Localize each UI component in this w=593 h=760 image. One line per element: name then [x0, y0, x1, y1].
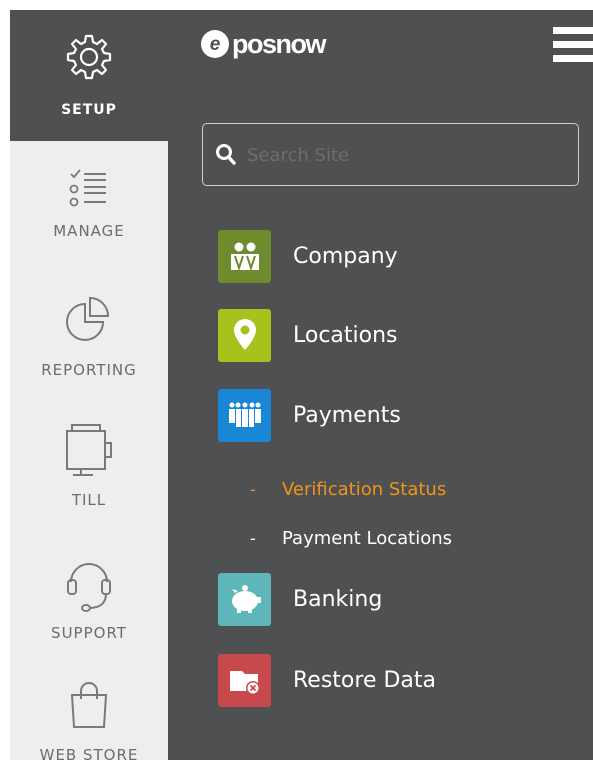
app-frame: SETUP MANAGE REPORTING TILL SUPPORT WEB …: [10, 10, 593, 760]
menu-item-company[interactable]: Company: [218, 228, 578, 284]
sidebar-item-label: MANAGE: [53, 222, 125, 240]
crowd-icon: [218, 388, 271, 442]
search-input[interactable]: [247, 138, 567, 172]
sidebar-item-label: REPORTING: [41, 361, 137, 379]
sidebar-nav: SETUP MANAGE REPORTING TILL SUPPORT WEB …: [10, 10, 168, 760]
logo-mark-icon: e: [201, 30, 229, 58]
submenu-dash: -: [250, 528, 256, 548]
sidebar-item-support[interactable]: SUPPORT: [10, 534, 168, 665]
sidebar-item-label: WEB STORE: [39, 746, 139, 760]
till-icon: [10, 419, 168, 479]
sidebar-item-label: SUPPORT: [51, 624, 127, 642]
sidebar-item-setup[interactable]: SETUP: [10, 10, 168, 141]
shopping-bag-icon: [10, 675, 168, 731]
sidebar-item-web-store[interactable]: WEB STORE: [10, 665, 168, 760]
logo-text: posnow: [232, 28, 327, 59]
search-box: [202, 123, 579, 186]
menu-item-locations[interactable]: Locations: [218, 307, 578, 363]
search-icon: [215, 143, 237, 171]
sidebar-item-reporting[interactable]: REPORTING: [10, 272, 168, 403]
submenu-item-payment-locations[interactable]: - Payment Locations: [250, 524, 452, 552]
submenu-dash: -: [250, 479, 256, 499]
sidebar-item-label: SETUP: [61, 102, 117, 118]
sidebar-item-label: TILL: [71, 491, 107, 509]
submenu-item-label: Verification Status: [282, 478, 447, 500]
checklist-icon: [10, 166, 168, 212]
menu-item-banking[interactable]: Banking: [218, 571, 578, 627]
map-pin-icon: [218, 308, 271, 362]
svg-text:e: e: [210, 34, 221, 55]
menu-item-label: Payments: [293, 402, 401, 428]
people-icon: [218, 229, 271, 283]
menu-item-label: Banking: [293, 586, 383, 612]
menu-item-label: Restore Data: [293, 667, 436, 693]
piggy-bank-icon: [218, 572, 271, 626]
menu-item-restore-data[interactable]: Restore Data: [218, 652, 578, 708]
submenu-item-label: Payment Locations: [282, 527, 453, 549]
sidebar-item-manage[interactable]: MANAGE: [10, 141, 168, 272]
restore-folder-icon: [218, 653, 271, 707]
menu-item-label: Locations: [293, 322, 398, 348]
submenu-item-verification-status[interactable]: - Verification Status: [250, 475, 446, 503]
menu-item-label: Company: [293, 243, 398, 269]
hamburger-menu-button[interactable]: [553, 24, 593, 64]
pie-chart-icon: [10, 290, 168, 346]
gear-icon: [10, 32, 168, 82]
menu-item-payments[interactable]: Payments: [218, 387, 578, 443]
eposnow-logo: e posnow: [200, 26, 327, 62]
headset-icon: [10, 550, 168, 616]
sidebar-item-till[interactable]: TILL: [10, 403, 168, 534]
